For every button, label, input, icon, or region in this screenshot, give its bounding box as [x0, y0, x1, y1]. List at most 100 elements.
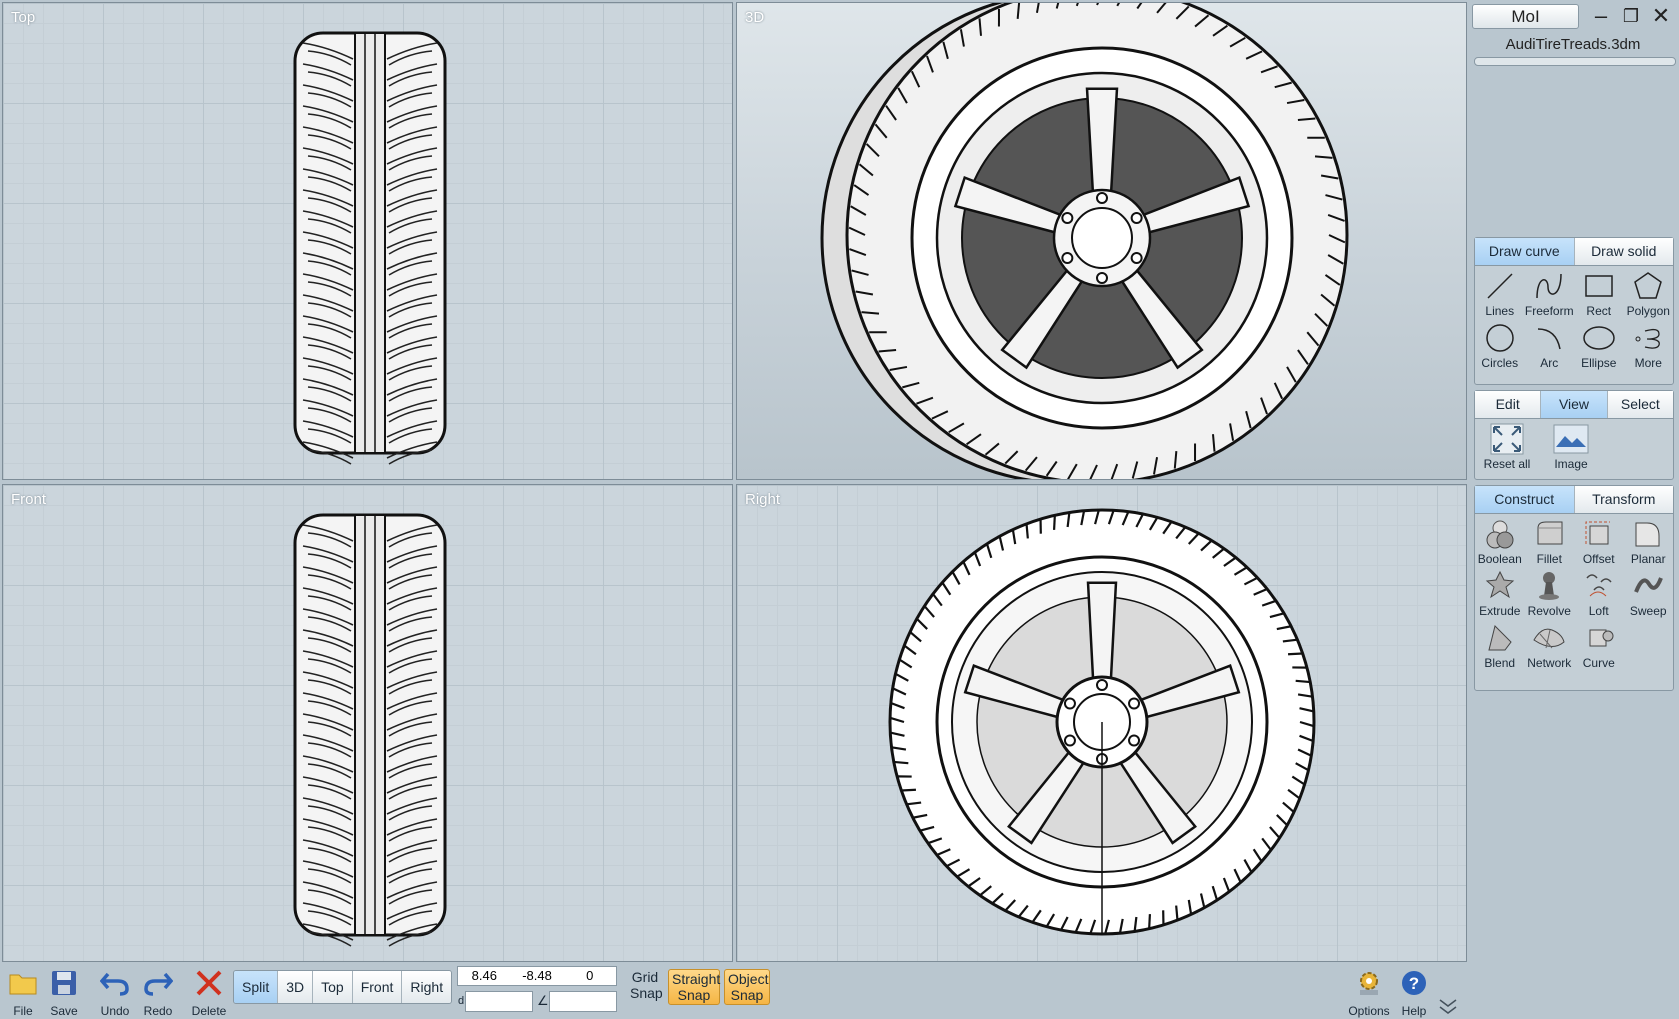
- angle-label: ∠: [537, 993, 549, 1008]
- tool-boolean[interactable]: Boolean: [1475, 514, 1525, 566]
- tool-revolve[interactable]: Revolve: [1525, 566, 1575, 618]
- loft-icon: [1586, 574, 1612, 597]
- viewport-label: 3D: [745, 9, 765, 26]
- more-icon: [1635, 328, 1661, 349]
- reset-all-icon: [1490, 423, 1524, 455]
- tool-sweep[interactable]: Sweep: [1624, 566, 1674, 618]
- help-icon: ?: [1402, 971, 1426, 995]
- tab-transform[interactable]: Transform: [1574, 486, 1673, 513]
- tool-freeform[interactable]: Freeform: [1525, 266, 1575, 318]
- viewport-label: Front: [11, 491, 47, 508]
- image-icon: [1553, 424, 1589, 454]
- bottom-toolbar: File Save Undo Redo Delete Split 3D Top …: [0, 962, 1470, 1019]
- tool-offset[interactable]: Offset: [1574, 514, 1624, 566]
- tool-planar[interactable]: Planar: [1624, 514, 1674, 566]
- network-icon: [1533, 628, 1565, 649]
- minimize-icon[interactable]: –: [1588, 4, 1614, 30]
- ellipse-icon: [1583, 326, 1615, 350]
- viewport-3d[interactable]: 3D: [736, 2, 1467, 480]
- tab-select[interactable]: Select: [1607, 391, 1673, 418]
- coordinate-readout[interactable]: 8.46 -8.48 0: [457, 966, 617, 986]
- redo-button[interactable]: Redo: [135, 962, 181, 1018]
- blend-icon: [1488, 625, 1512, 651]
- view-switcher: Split 3D Top Front Right: [233, 970, 453, 1004]
- distance-input[interactable]: [465, 991, 533, 1012]
- tab-edit[interactable]: Edit: [1475, 391, 1542, 418]
- tool-circles[interactable]: Circles: [1475, 318, 1525, 370]
- view-right-button[interactable]: Right: [402, 971, 452, 1003]
- circle-icon: [1486, 324, 1514, 352]
- tab-view[interactable]: View: [1541, 391, 1608, 418]
- tab-construct[interactable]: Construct: [1475, 486, 1575, 513]
- close-icon[interactable]: ✕: [1648, 4, 1674, 30]
- tool-reset-all[interactable]: Reset all: [1475, 419, 1539, 471]
- fillet-icon: [1537, 521, 1563, 545]
- progress-bar: [1474, 57, 1676, 66]
- tool-lines[interactable]: Lines: [1475, 266, 1525, 318]
- tab-draw-solid[interactable]: Draw solid: [1574, 238, 1673, 265]
- file-button[interactable]: File: [0, 962, 46, 1018]
- gear-icon: [1360, 972, 1378, 995]
- tool-curve[interactable]: Curve: [1574, 618, 1624, 670]
- tool-image[interactable]: Image: [1539, 419, 1603, 471]
- tool-ellipse[interactable]: Ellipse: [1574, 318, 1624, 370]
- restore-icon[interactable]: ❐: [1618, 4, 1644, 30]
- tire-tread-top-view: [293, 31, 447, 465]
- tool-more[interactable]: More: [1624, 318, 1674, 370]
- side-panel: MoI – ❐ ✕ AudiTireTreads.3dm Draw curve …: [1470, 0, 1679, 1019]
- options-button[interactable]: Options: [1346, 962, 1392, 1018]
- redo-icon: [144, 972, 173, 996]
- undo-button[interactable]: Undo: [92, 962, 138, 1018]
- curve-icon: [1589, 629, 1614, 647]
- offset-icon: [1585, 521, 1610, 545]
- angle-input[interactable]: [549, 991, 617, 1012]
- polygon-icon: [1634, 272, 1663, 299]
- tab-draw-curve[interactable]: Draw curve: [1475, 238, 1575, 265]
- floppy-disk-icon: [52, 971, 76, 995]
- collapse-panel-button[interactable]: [1430, 962, 1466, 1016]
- planar-icon: [1635, 522, 1660, 547]
- wheel-side-view: [888, 508, 1316, 936]
- undo-icon: [100, 972, 129, 996]
- straight-snap-toggle[interactable]: Straight Snap: [668, 969, 720, 1005]
- coord-y: -8.48: [522, 968, 552, 983]
- view-front-button[interactable]: Front: [352, 971, 403, 1003]
- app-title[interactable]: MoI: [1472, 4, 1579, 29]
- viewport-top[interactable]: Top: [2, 2, 733, 480]
- view-3d-button[interactable]: 3D: [278, 971, 314, 1003]
- tool-blend[interactable]: Blend: [1475, 618, 1525, 670]
- object-snap-toggle[interactable]: Object Snap: [724, 969, 770, 1005]
- tool-fillet[interactable]: Fillet: [1525, 514, 1575, 566]
- delete-button[interactable]: Delete: [186, 962, 232, 1018]
- line-icon: [1487, 273, 1513, 299]
- viewport-right[interactable]: Right: [736, 484, 1467, 962]
- tool-loft[interactable]: Loft: [1574, 566, 1624, 618]
- draw-panel: Draw curve Draw solid Lines Freeform Rec…: [1474, 237, 1674, 385]
- coord-x: 8.46: [471, 968, 497, 983]
- freeform-icon: [1536, 273, 1562, 299]
- file-name: AudiTireTreads.3dm: [1505, 36, 1641, 53]
- viewport-label: Top: [11, 9, 36, 26]
- extrude-icon: [1485, 570, 1514, 599]
- svg-text:?: ?: [1409, 974, 1419, 993]
- delete-x-icon: [196, 970, 222, 996]
- save-button[interactable]: Save: [41, 962, 87, 1018]
- tool-arc[interactable]: Arc: [1525, 318, 1575, 370]
- view-top-button[interactable]: Top: [313, 971, 353, 1003]
- viewport-label: Right: [745, 491, 781, 508]
- view-split-button[interactable]: Split: [234, 971, 279, 1003]
- construct-panel: Construct Transform Boolean Fillet Offse…: [1474, 485, 1674, 691]
- grid-snap-toggle[interactable]: Grid Snap: [630, 969, 663, 1001]
- tire-tread-front-view: [293, 513, 447, 947]
- boolean-icon: [1486, 520, 1514, 549]
- tool-rect[interactable]: Rect: [1574, 266, 1624, 318]
- folder-icon: [9, 974, 37, 995]
- rect-icon: [1585, 275, 1613, 297]
- viewport-front[interactable]: Front: [2, 484, 733, 962]
- chevron-down-icon: [1439, 999, 1457, 1014]
- tool-polygon[interactable]: Polygon: [1624, 266, 1674, 318]
- tool-network[interactable]: Network: [1525, 618, 1575, 670]
- coord-z: 0: [586, 968, 594, 983]
- tool-extrude[interactable]: Extrude: [1475, 566, 1525, 618]
- distance-label: d: [458, 995, 465, 1007]
